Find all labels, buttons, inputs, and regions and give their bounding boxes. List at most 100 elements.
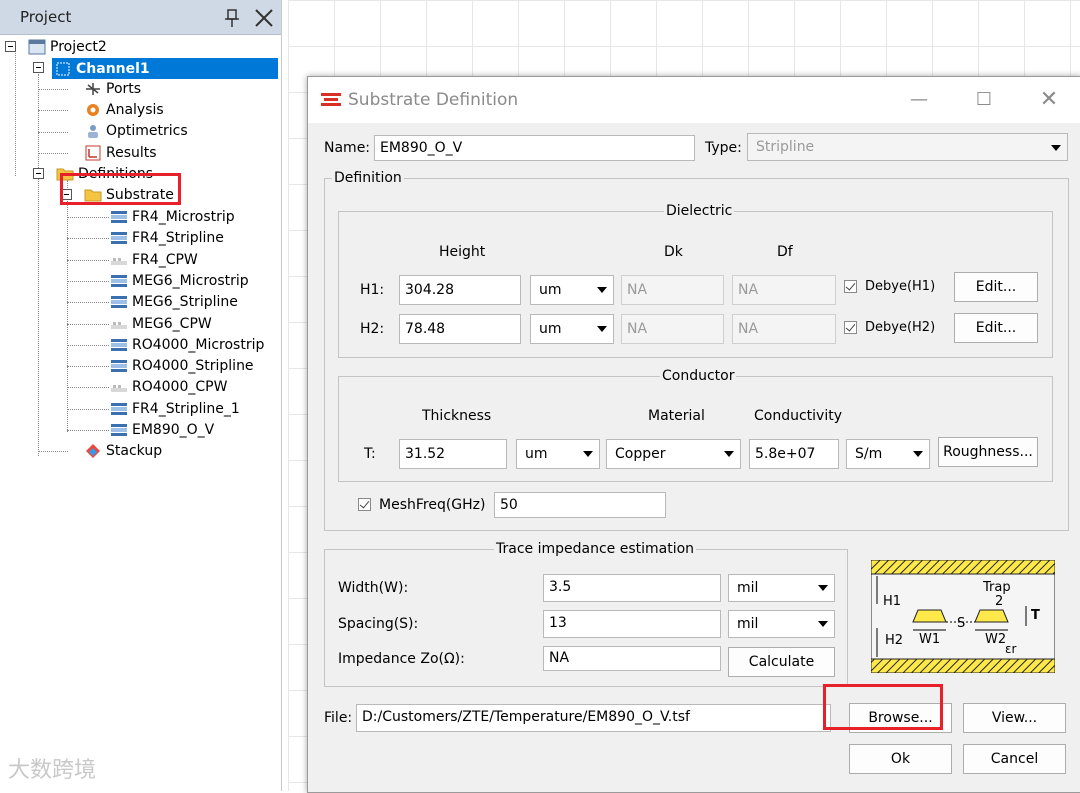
h1-df-input[interactable]: NA bbox=[732, 275, 836, 305]
debye-h1-label: Debye(H1) bbox=[865, 279, 936, 294]
diagram-w1-label: W1 bbox=[919, 632, 941, 647]
t-label: T: bbox=[364, 446, 376, 462]
thickness-unit-select[interactable]: um bbox=[516, 439, 600, 469]
df-header: Df bbox=[777, 244, 793, 260]
substrate-item[interactable]: FR4_CPW bbox=[110, 250, 198, 270]
impedance-input: NA bbox=[543, 646, 721, 671]
thickness-input[interactable]: 31.52 bbox=[399, 439, 507, 469]
conductivity-unit-select[interactable]: S/m bbox=[846, 439, 930, 469]
maximize-button[interactable]: ☐ bbox=[969, 87, 999, 113]
collapse-channel-toggle[interactable] bbox=[33, 62, 44, 73]
substrate-item[interactable]: RO4000_Stripline bbox=[110, 356, 254, 376]
dielectric-title: Dielectric bbox=[664, 203, 735, 219]
name-input[interactable]: EM890_O_V bbox=[374, 135, 695, 161]
substrate-layer-icon bbox=[110, 401, 128, 417]
cpw-substrate-icon bbox=[110, 379, 128, 395]
close-dialog-button[interactable]: ✕ bbox=[1034, 87, 1064, 113]
substrate-layer-icon bbox=[110, 358, 128, 374]
width-label: Width(W): bbox=[338, 580, 409, 596]
edit-h1-button[interactable]: Edit... bbox=[954, 272, 1038, 302]
roughness-button[interactable]: Roughness... bbox=[938, 437, 1038, 467]
ports-icon bbox=[84, 81, 102, 97]
diagram-h2-label: H2 bbox=[885, 633, 904, 648]
h2-unit-select[interactable]: um bbox=[530, 314, 614, 344]
spacing-input[interactable]: 13 bbox=[543, 610, 721, 638]
watermark: 大数跨境 bbox=[8, 758, 97, 783]
diagram-er-label: εr bbox=[1005, 642, 1017, 656]
substrate-item[interactable]: FR4_Microstrip bbox=[110, 207, 235, 227]
meshfreq-checkbox[interactable] bbox=[358, 498, 371, 511]
tree-item-results[interactable]: Results bbox=[84, 143, 157, 163]
close-panel-icon[interactable] bbox=[252, 6, 276, 30]
substrate-layer-icon bbox=[110, 422, 128, 438]
optimetrics-icon bbox=[84, 123, 102, 139]
diagram-s-label: S bbox=[957, 616, 966, 631]
dialog-title: Substrate Definition bbox=[348, 90, 519, 110]
h2-dk-input[interactable]: NA bbox=[621, 314, 724, 344]
h2-df-input[interactable]: NA bbox=[732, 314, 836, 344]
meshfreq-input[interactable]: 50 bbox=[494, 492, 666, 518]
spacing-unit-select[interactable]: mil bbox=[728, 610, 835, 638]
tree-item-stackup[interactable]: Stackup bbox=[84, 441, 162, 461]
diagram-two-label: 2 bbox=[995, 594, 1004, 609]
h1-unit-select[interactable]: um bbox=[530, 275, 614, 305]
substrate-item[interactable]: MEG6_Microstrip bbox=[110, 271, 249, 291]
tree-line bbox=[15, 53, 16, 176]
dialog-titlebar: Substrate Definition — ☐ ✕ bbox=[308, 77, 1080, 123]
highlight-box-substrate bbox=[60, 173, 181, 205]
panel-header: Project bbox=[0, 0, 281, 35]
width-input[interactable]: 3.5 bbox=[543, 574, 721, 602]
tree-item-ports[interactable]: Ports bbox=[84, 79, 141, 99]
thickness-header: Thickness bbox=[422, 408, 492, 424]
debye-h2-checkbox[interactable] bbox=[844, 321, 857, 334]
calculate-button[interactable]: Calculate bbox=[728, 647, 835, 677]
substrate-item[interactable]: EM890_O_V bbox=[110, 420, 214, 440]
substrate-item[interactable]: FR4_Stripline_1 bbox=[110, 399, 240, 419]
minimize-button[interactable]: — bbox=[904, 87, 934, 113]
tree-item-project[interactable]: Project2 bbox=[28, 37, 107, 57]
conductivity-input[interactable]: 5.8e+07 bbox=[749, 439, 839, 469]
substrate-icon bbox=[321, 93, 341, 106]
tree-item-analysis[interactable]: Analysis bbox=[84, 100, 164, 120]
substrate-item[interactable]: RO4000_Microstrip bbox=[110, 335, 264, 355]
gear-icon bbox=[84, 102, 102, 118]
project-panel: Project Project2 Channel1 Ports Analysis… bbox=[0, 0, 282, 791]
cancel-button[interactable]: Cancel bbox=[963, 744, 1066, 774]
pin-icon[interactable] bbox=[222, 8, 242, 28]
results-icon bbox=[84, 145, 102, 161]
type-select[interactable]: Stripline bbox=[747, 133, 1068, 161]
trace-impedance-title: Trace impedance estimation bbox=[494, 541, 697, 557]
h2-height-input[interactable]: 78.48 bbox=[399, 314, 521, 344]
stripline-diagram: H1 H2 W1 S Trap 2 W2 εr T bbox=[870, 559, 1056, 674]
width-unit-select[interactable]: mil bbox=[728, 574, 835, 602]
spacing-label: Spacing(S): bbox=[338, 616, 419, 632]
debye-h2-label: Debye(H2) bbox=[865, 320, 936, 335]
meshfreq-label: MeshFreq(GHz) bbox=[379, 497, 486, 513]
substrate-layer-icon bbox=[110, 273, 128, 289]
substrate-item[interactable]: FR4_Stripline bbox=[110, 228, 224, 248]
cpw-substrate-icon bbox=[110, 252, 128, 268]
type-label: Type: bbox=[705, 140, 742, 156]
impedance-label: Impedance Zo(Ω): bbox=[338, 651, 465, 667]
collapse-project-toggle[interactable] bbox=[5, 41, 16, 52]
conductivity-header: Conductivity bbox=[754, 408, 842, 424]
view-button[interactable]: View... bbox=[963, 703, 1066, 733]
ok-button[interactable]: Ok bbox=[849, 744, 952, 774]
h2-label: H2: bbox=[360, 321, 385, 337]
tree-item-channel[interactable]: Channel1 bbox=[52, 58, 278, 79]
file-label: File: bbox=[324, 710, 353, 726]
collapse-definitions-toggle[interactable] bbox=[33, 168, 44, 179]
substrate-layer-icon bbox=[110, 209, 128, 225]
diagram-w2-label: W2 bbox=[985, 632, 1007, 647]
substrate-item[interactable]: RO4000_CPW bbox=[110, 377, 227, 397]
file-path-input[interactable]: D:/Customers/ZTE/Temperature/EM890_O_V.t… bbox=[356, 704, 831, 732]
cpw-substrate-icon bbox=[110, 316, 128, 332]
material-select[interactable]: Copper bbox=[606, 439, 741, 469]
edit-h2-button[interactable]: Edit... bbox=[954, 313, 1038, 343]
debye-h1-checkbox[interactable] bbox=[844, 280, 857, 293]
h1-height-input[interactable]: 304.28 bbox=[399, 275, 521, 305]
h1-dk-input[interactable]: NA bbox=[621, 275, 724, 305]
substrate-item[interactable]: MEG6_Stripline bbox=[110, 292, 238, 312]
tree-item-optimetrics[interactable]: Optimetrics bbox=[84, 121, 188, 141]
substrate-item[interactable]: MEG6_CPW bbox=[110, 314, 212, 334]
